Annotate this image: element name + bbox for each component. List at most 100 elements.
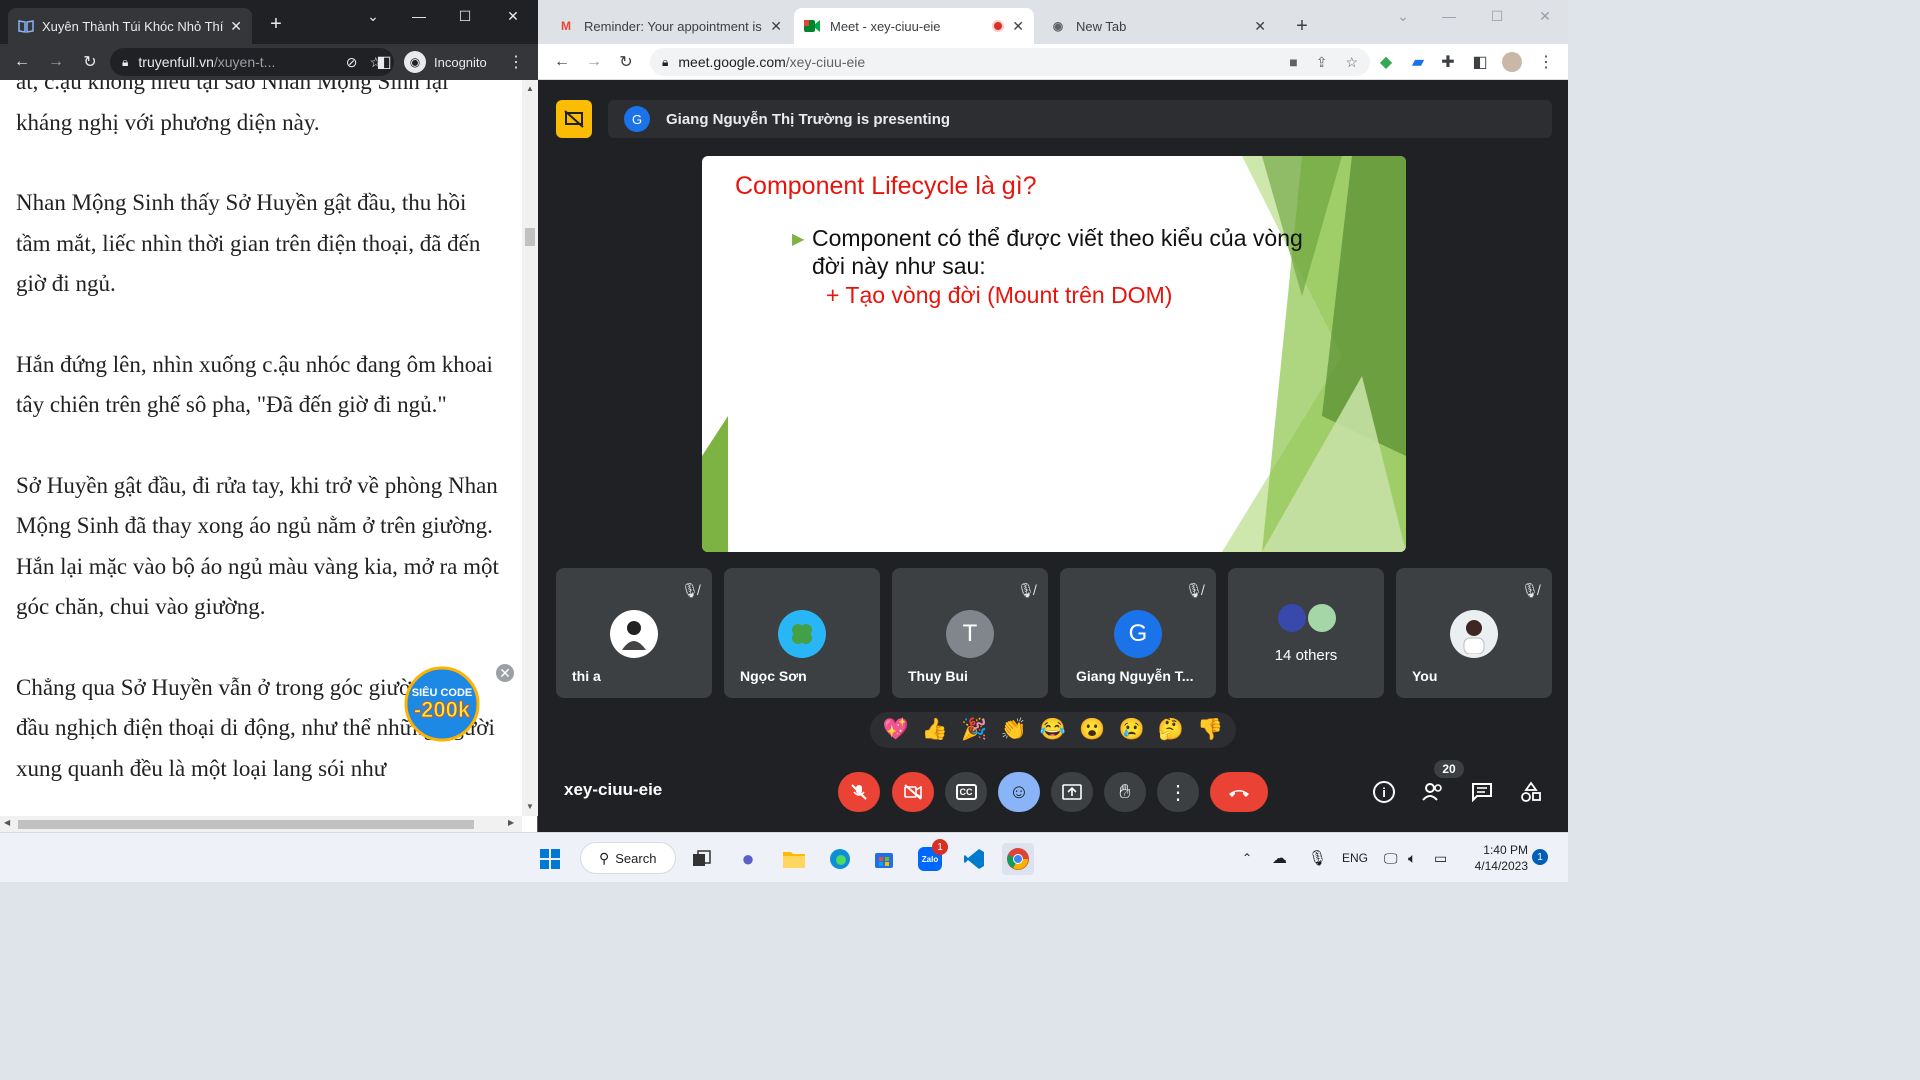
incognito-indicator[interactable]: ◉ Incognito <box>404 50 487 74</box>
tab-new-tab[interactable]: ◉ New Tab ✕ <box>1040 8 1276 44</box>
reload-icon[interactable]: ↻ <box>78 50 102 74</box>
address-bar[interactable]: 🔒︎ truyenfull.vn/xuyen-t... ⊘ ☆ <box>110 48 394 76</box>
eye-off-icon[interactable]: ⊘ <box>346 54 358 71</box>
scroll-down-icon[interactable]: ▼ <box>526 802 534 811</box>
task-view-icon[interactable] <box>686 843 718 875</box>
thumbs-down-reaction-icon[interactable]: 👎 <box>1193 715 1227 745</box>
close-window-button[interactable]: ✕ <box>490 0 536 32</box>
promo-badge[interactable]: SIÊU CODE -200k <box>400 662 490 742</box>
chat-app-icon[interactable]: ● <box>732 843 764 875</box>
scroll-up-icon[interactable]: ▲ <box>526 84 534 93</box>
scroll-right-icon[interactable]: ▶ <box>508 818 514 827</box>
chrome-icon[interactable] <box>1002 843 1034 875</box>
microphone-icon[interactable]: 🎙︎ <box>1308 847 1327 869</box>
tab-title: Xuyên Thành Túi Khóc Nhỏ Thích <box>42 18 225 34</box>
camera-icon[interactable]: ■ <box>1289 54 1297 70</box>
scroll-thumb[interactable] <box>525 228 535 246</box>
vertical-scrollbar[interactable]: ▲ ▼ <box>522 80 538 816</box>
extension-color-icon[interactable]: ◆ <box>1374 50 1398 74</box>
reactions-bar: 💖 👍 🎉 👏 😂 😮 😢 🤔 👎 <box>870 712 1236 748</box>
emoji-button[interactable]: ☺ <box>998 772 1040 812</box>
language-indicator[interactable]: ENG <box>1342 847 1368 869</box>
new-tab-icon[interactable]: + <box>1290 14 1314 38</box>
captions-button[interactable]: CC <box>945 772 987 812</box>
present-now-button[interactable] <box>1051 772 1093 812</box>
reload-icon[interactable]: ↻ <box>614 50 638 74</box>
clap-reaction-icon[interactable]: 👏 <box>997 715 1031 745</box>
menu-icon[interactable]: ⋮ <box>1534 50 1558 74</box>
puzzle-icon[interactable]: ✚ <box>1436 50 1460 74</box>
star-icon[interactable]: ☆ <box>1345 54 1358 71</box>
maximize-button[interactable]: ☐ <box>442 0 488 32</box>
presentation-indicator-icon[interactable] <box>556 100 592 138</box>
sad-reaction-icon[interactable]: 😢 <box>1115 715 1149 745</box>
chevron-up-icon[interactable]: ⌃ <box>1242 847 1252 869</box>
windows-start-icon[interactable] <box>534 843 566 875</box>
participant-tile[interactable]: Ngọc Sơn <box>724 568 880 698</box>
horizontal-scrollbar[interactable]: ◀ ▶ <box>0 816 522 832</box>
share-icon[interactable]: ⇪ <box>1316 54 1328 71</box>
participant-tile-self[interactable]: 🎙︎̸ You <box>1396 568 1552 698</box>
tab-reader[interactable]: Xuyên Thành Túi Khóc Nhỏ Thích ✕ <box>8 8 252 44</box>
participant-tile[interactable]: 🎙︎̸ thi a <box>556 568 712 698</box>
minimize-button[interactable]: — <box>1426 0 1472 32</box>
edge-icon[interactable] <box>824 843 856 875</box>
chevron-down-icon[interactable]: ⌄ <box>1380 0 1426 32</box>
forward-arrow-icon[interactable]: → <box>582 50 606 74</box>
close-window-button[interactable]: ✕ <box>1522 0 1568 32</box>
file-explorer-icon[interactable] <box>778 843 810 875</box>
store-icon[interactable] <box>868 843 900 875</box>
zalo-icon[interactable]: Zalo 1 <box>914 839 948 875</box>
back-arrow-icon[interactable]: ← <box>550 50 574 74</box>
new-tab-icon[interactable]: + <box>264 12 288 36</box>
close-tab-icon[interactable]: ✕ <box>770 18 782 35</box>
leave-call-button[interactable] <box>1210 772 1268 812</box>
scroll-thumb[interactable] <box>18 820 474 829</box>
activities-icon[interactable] <box>1515 776 1547 808</box>
party-reaction-icon[interactable]: 🎉 <box>957 715 991 745</box>
info-icon[interactable]: i <box>1368 776 1400 808</box>
surprised-reaction-icon[interactable]: 😮 <box>1075 715 1109 745</box>
others-tile[interactable]: 14 others <box>1228 568 1384 698</box>
side-panel-icon[interactable]: ◧ <box>1468 50 1492 74</box>
maximize-button[interactable]: ☐ <box>1474 0 1520 32</box>
scroll-left-icon[interactable]: ◀ <box>4 818 10 827</box>
tab-gmail[interactable]: M Reminder: Your appointment is c ✕ <box>548 8 792 44</box>
participant-tile[interactable]: 🎙︎̸ G Giang Nguyễn T... <box>1060 568 1216 698</box>
battery-icon[interactable]: ▭ <box>1434 847 1447 869</box>
profile-avatar[interactable] <box>1500 50 1524 74</box>
participant-tile[interactable]: 🎙︎̸ T Thuy Bui <box>892 568 1048 698</box>
close-tab-icon[interactable]: ✕ <box>1012 18 1024 35</box>
notification-badge[interactable]: 1 <box>1532 849 1548 865</box>
laugh-reaction-icon[interactable]: 😂 <box>1036 715 1070 745</box>
minimize-button[interactable]: — <box>396 0 442 32</box>
mic-off-button[interactable] <box>838 772 880 812</box>
participant-name: You <box>1412 668 1438 684</box>
close-tab-icon[interactable]: ✕ <box>230 18 242 35</box>
extension-drop-icon[interactable]: ▰ <box>1406 50 1430 74</box>
more-options-button[interactable]: ⋮ <box>1157 772 1199 812</box>
volume-muted-icon[interactable]: 🔈︎ <box>1408 847 1416 869</box>
chevron-down-icon[interactable]: ⌄ <box>350 0 396 32</box>
tab-meet[interactable]: Meet - xey-ciuu-eie ✕ <box>794 8 1034 44</box>
raise-hand-button[interactable]: ✋︎ <box>1104 772 1146 812</box>
chat-icon[interactable] <box>1466 776 1498 808</box>
side-panel-icon[interactable]: ◧ <box>372 50 396 74</box>
thumbs-up-reaction-icon[interactable]: 👍 <box>918 715 952 745</box>
camera-off-button[interactable] <box>892 772 934 812</box>
heart-reaction-icon[interactable]: 💖 <box>879 715 913 745</box>
forward-arrow-icon[interactable]: → <box>44 50 68 74</box>
menu-icon[interactable]: ⋮ <box>504 50 528 74</box>
onedrive-icon[interactable]: ☁ <box>1272 847 1287 869</box>
promo-close-icon[interactable]: ✕ <box>494 662 516 684</box>
clock[interactable]: 1:40 PM 4/14/2023 <box>1462 842 1528 874</box>
address-bar[interactable]: 🔒︎ meet.google.com/xey-ciuu-eie ■ ⇪ ☆ <box>650 48 1370 76</box>
thinking-reaction-icon[interactable]: 🤔 <box>1154 715 1188 745</box>
right-tab-strip: M Reminder: Your appointment is c ✕ Meet… <box>538 0 1568 44</box>
vscode-icon[interactable] <box>958 843 990 875</box>
display-icon[interactable]: 🖵 <box>1384 847 1398 869</box>
close-tab-icon[interactable]: ✕ <box>1254 18 1266 35</box>
taskbar-search[interactable]: ⚲ Search <box>580 842 676 874</box>
back-arrow-icon[interactable]: ← <box>10 50 34 74</box>
people-icon[interactable] <box>1417 776 1449 808</box>
